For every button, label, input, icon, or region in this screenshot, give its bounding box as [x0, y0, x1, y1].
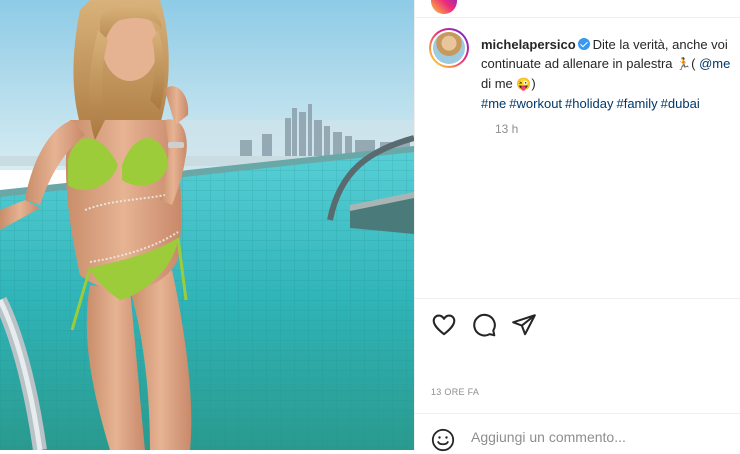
paren-open: ( [691, 56, 696, 71]
hashtag-link[interactable]: #me [481, 96, 506, 111]
header-avatar[interactable] [431, 0, 457, 14]
caption-mention[interactable]: @me [699, 56, 730, 71]
post-timestamp[interactable]: 13 ORE FA [431, 387, 479, 397]
laugh-emoji: 😜 [516, 77, 532, 91]
running-emoji: 🏃 [676, 57, 692, 71]
caption-timestamp[interactable]: 13 h [495, 122, 518, 136]
paper-plane-icon[interactable] [511, 312, 537, 338]
smiley-icon[interactable] [431, 428, 455, 452]
post-photo-illustration [0, 0, 414, 450]
paren-close: ) [531, 76, 536, 91]
caption-line-2: continuate ad allenare in palestra [481, 56, 673, 71]
post-header-strip [415, 0, 740, 18]
hashtag-link[interactable]: #dubai [661, 96, 700, 111]
author-avatar[interactable] [429, 28, 469, 68]
post-caption: michelapersico Dite la verità, anche voi … [429, 28, 740, 148]
divider [415, 298, 740, 299]
divider [415, 413, 740, 414]
author-username[interactable]: michelapersico [481, 37, 576, 52]
hashtag-link[interactable]: #holiday [565, 96, 613, 111]
comment-bubble-icon[interactable] [471, 312, 497, 338]
hashtag-link[interactable]: #family [616, 96, 657, 111]
comment-input[interactable] [471, 429, 721, 445]
post-sidebar: michelapersico Dite la verità, anche voi … [414, 0, 740, 452]
post-photo[interactable] [0, 0, 414, 450]
caption-line-3: di me [481, 76, 513, 91]
heart-icon[interactable] [431, 312, 457, 338]
verified-badge-icon [577, 38, 590, 50]
caption-line-1: Dite la verità, anche voi [592, 37, 728, 52]
hashtag-list: #me #workout #holiday #family #dubai [481, 94, 740, 113]
hashtag-link[interactable]: #workout [509, 96, 562, 111]
caption-text: michelapersico Dite la verità, anche voi … [481, 35, 740, 113]
